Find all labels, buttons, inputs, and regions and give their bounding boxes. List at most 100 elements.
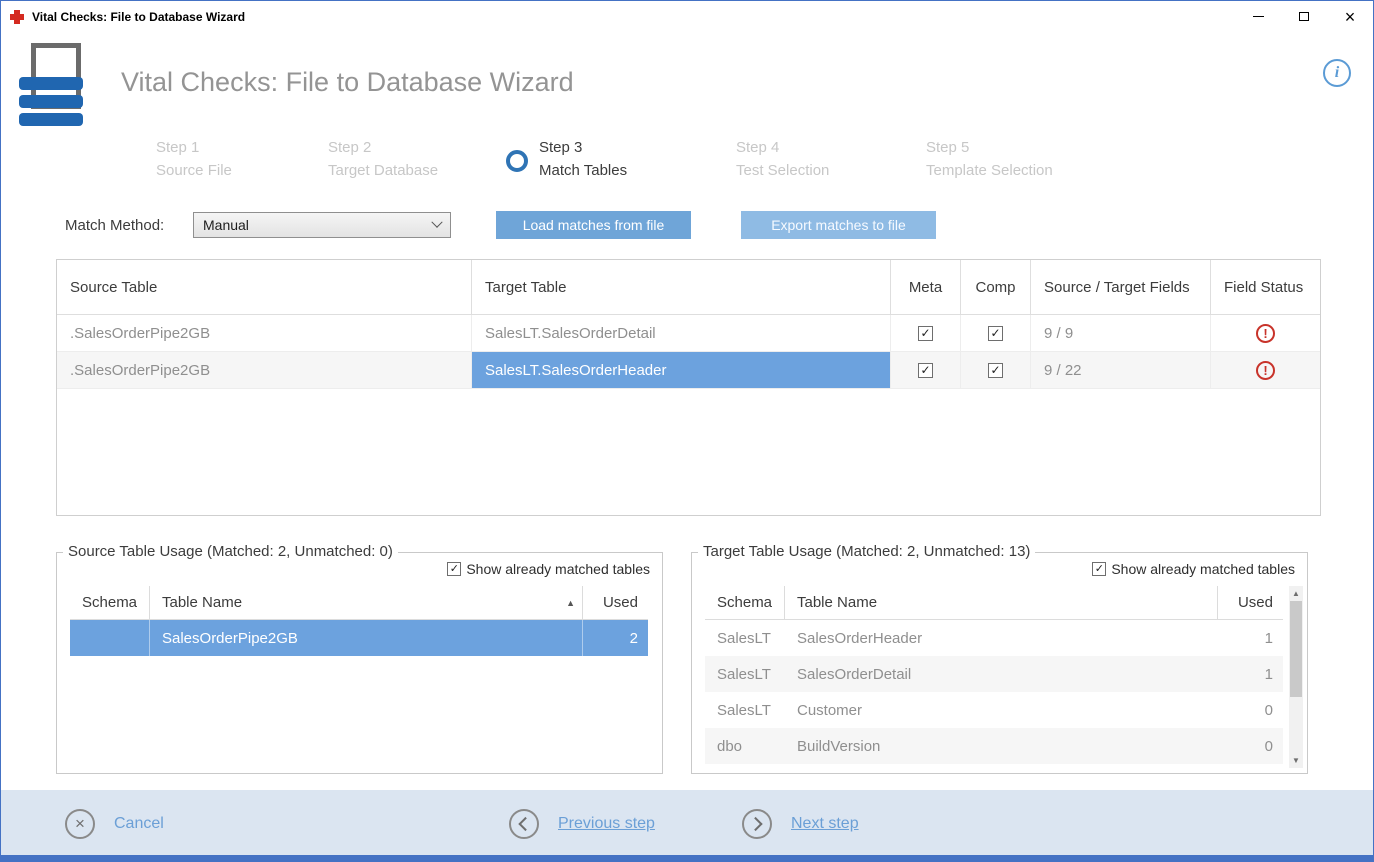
target-table-cell[interactable]: SalesLT.SalesOrderDetail — [472, 315, 891, 352]
app-logo — [19, 43, 109, 133]
window-controls: × — [1235, 1, 1373, 32]
target-usage-table: Schema Table Name Used SalesLT SalesOrde… — [705, 586, 1283, 764]
page-title: Vital Checks: File to Database Wizard — [121, 67, 574, 98]
table-row-selected[interactable]: SalesOrderPipe2GB 2 — [70, 620, 648, 656]
minimize-button[interactable] — [1235, 1, 1281, 32]
step-sublabel: Template Selection — [926, 161, 1053, 180]
match-method-select[interactable]: Manual — [193, 212, 451, 238]
table-name-cell[interactable]: SalesOrderHeader — [785, 620, 1218, 656]
schema-cell[interactable]: SalesLT — [705, 656, 785, 692]
title-bar: Vital Checks: File to Database Wizard × — [1, 1, 1373, 32]
meta-cell: ✓ — [891, 315, 961, 352]
step-label: Step 1 — [156, 138, 232, 157]
next-step-button[interactable]: Next step — [742, 790, 859, 857]
close-button[interactable]: × — [1327, 1, 1373, 32]
step-label: Step 3 — [539, 138, 627, 157]
column-header-field-status[interactable]: Field Status — [1211, 260, 1320, 314]
scroll-down-icon[interactable]: ▼ — [1289, 753, 1303, 768]
app-cross-icon — [10, 10, 24, 24]
schema-cell[interactable]: dbo — [705, 728, 785, 764]
schema-cell[interactable] — [70, 620, 150, 656]
logo-bar-icon — [19, 77, 83, 90]
table-name-cell[interactable]: SalesOrderPipe2GB — [150, 620, 583, 656]
scroll-up-icon[interactable]: ▲ — [1289, 586, 1303, 601]
fields-count-cell[interactable]: 9 / 9 — [1031, 315, 1211, 352]
column-header-used[interactable]: Used — [1218, 586, 1283, 619]
used-cell[interactable]: 0 — [1218, 728, 1283, 764]
comp-cell: ✓ — [961, 352, 1031, 389]
checkbox-checked-icon[interactable]: ✓ — [1092, 562, 1106, 576]
source-usage-panel: Source Table Usage (Matched: 2, Unmatche… — [56, 552, 663, 774]
table-name-cell[interactable]: SalesOrderDetail — [785, 656, 1218, 692]
target-usage-panel: Target Table Usage (Matched: 2, Unmatche… — [691, 552, 1308, 774]
schema-cell[interactable]: SalesLT — [705, 620, 785, 656]
export-matches-button[interactable]: Export matches to file — [741, 211, 936, 239]
used-cell[interactable]: 1 — [1218, 656, 1283, 692]
window-bottom-border — [1, 855, 1373, 861]
previous-step-label: Previous step — [558, 815, 655, 833]
sort-asc-icon: ▲ — [566, 598, 575, 608]
maximize-button[interactable] — [1281, 1, 1327, 32]
step-1: Step 1 Source File — [156, 138, 232, 184]
load-matches-button[interactable]: Load matches from file — [496, 211, 691, 239]
column-header-meta[interactable]: Meta — [891, 260, 961, 314]
step-4: Step 4 Test Selection — [736, 138, 829, 184]
cancel-button[interactable]: × Cancel — [65, 790, 164, 857]
column-header-schema[interactable]: Schema — [705, 586, 785, 619]
column-header-schema[interactable]: Schema — [70, 586, 150, 619]
chevron-down-icon — [431, 217, 442, 228]
checkbox-checked-icon[interactable]: ✓ — [918, 363, 933, 378]
used-cell[interactable]: 1 — [1218, 620, 1283, 656]
column-header-target-table[interactable]: Target Table — [472, 260, 891, 314]
info-button[interactable]: i — [1323, 59, 1351, 87]
error-status-icon: ! — [1256, 361, 1275, 380]
column-header-fields[interactable]: Source / Target Fields — [1031, 260, 1211, 314]
table-row[interactable]: SalesLT SalesOrderDetail 1 — [705, 656, 1283, 692]
fields-count-cell[interactable]: 9 / 22 — [1031, 352, 1211, 389]
match-method-value: Manual — [203, 217, 249, 233]
step-sublabel: Match Tables — [539, 161, 627, 180]
source-table-cell[interactable]: .SalesOrderPipe2GB — [57, 352, 472, 389]
step-label: Step 4 — [736, 138, 829, 157]
source-table-cell[interactable]: .SalesOrderPipe2GB — [57, 315, 472, 352]
used-cell[interactable]: 2 — [583, 620, 648, 656]
column-header-used[interactable]: Used — [583, 586, 648, 619]
checkbox-checked-icon[interactable]: ✓ — [988, 326, 1003, 341]
show-matched-checkbox-target[interactable]: ✓ Show already matched tables — [1092, 561, 1295, 577]
target-usage-title: Target Table Usage (Matched: 2, Unmatche… — [698, 543, 1035, 560]
column-header-table-name[interactable]: Table Name ▲ — [150, 586, 583, 619]
previous-step-button[interactable]: Previous step — [509, 790, 655, 857]
table-row: .SalesOrderPipe2GB SalesLT.SalesOrderHea… — [57, 352, 1320, 389]
match-table-header: Source Table Target Table Meta Comp Sour… — [57, 260, 1320, 315]
checkbox-label: Show already matched tables — [1111, 561, 1295, 577]
used-cell[interactable]: 0 — [1218, 692, 1283, 728]
column-header-source-table[interactable]: Source Table — [57, 260, 472, 314]
column-header-table-name[interactable]: Table Name — [785, 586, 1218, 619]
scrollbar-thumb[interactable] — [1290, 601, 1302, 697]
checkbox-label: Show already matched tables — [466, 561, 650, 577]
minimize-icon — [1253, 16, 1264, 17]
maximize-icon — [1299, 12, 1309, 21]
scrollbar[interactable]: ▲ ▼ — [1289, 586, 1303, 768]
checkbox-checked-icon[interactable]: ✓ — [918, 326, 933, 341]
step-sublabel: Target Database — [328, 161, 438, 180]
table-row[interactable]: dbo BuildVersion 0 — [705, 728, 1283, 764]
chevron-left-glyph — [518, 816, 532, 830]
target-usage-table-header: Schema Table Name Used — [705, 586, 1283, 620]
table-row[interactable]: SalesLT SalesOrderHeader 1 — [705, 620, 1283, 656]
show-matched-checkbox-source[interactable]: ✓ Show already matched tables — [447, 561, 650, 577]
match-table: Source Table Target Table Meta Comp Sour… — [56, 259, 1321, 516]
column-header-label: Table Name — [797, 594, 877, 611]
column-header-label: Table Name — [162, 594, 242, 611]
table-name-cell[interactable]: Customer — [785, 692, 1218, 728]
checkbox-checked-icon[interactable]: ✓ — [447, 562, 461, 576]
table-row: .SalesOrderPipe2GB SalesLT.SalesOrderDet… — [57, 315, 1320, 352]
info-icon: i — [1335, 65, 1339, 81]
table-row[interactable]: SalesLT Customer 0 — [705, 692, 1283, 728]
table-name-cell[interactable]: BuildVersion — [785, 728, 1218, 764]
target-table-cell-selected[interactable]: SalesLT.SalesOrderHeader — [472, 352, 891, 389]
schema-cell[interactable]: SalesLT — [705, 692, 785, 728]
column-header-comp[interactable]: Comp — [961, 260, 1031, 314]
source-usage-table: Schema Table Name ▲ Used SalesOrderPipe2… — [70, 586, 648, 656]
checkbox-checked-icon[interactable]: ✓ — [988, 363, 1003, 378]
